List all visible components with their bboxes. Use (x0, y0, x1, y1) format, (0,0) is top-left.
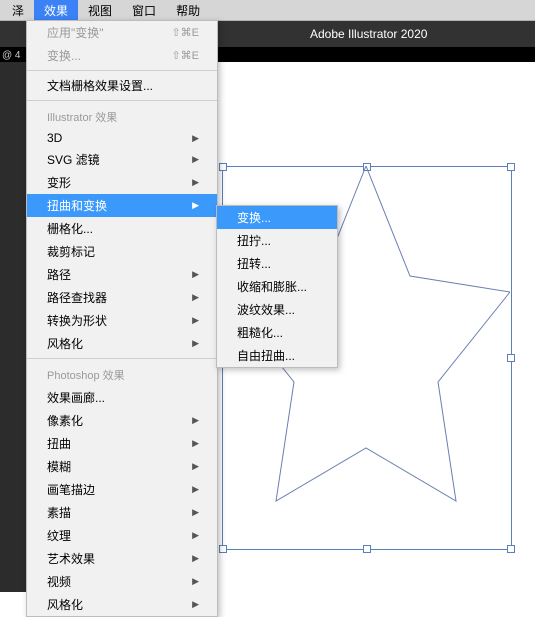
menu-item-艺术效果[interactable]: 艺术效果 ▶ (27, 547, 217, 570)
menu-item-label: 变形 (47, 174, 71, 191)
menu-reapply-shortcut: ⇧⌘E (171, 49, 199, 62)
menu-item-扭曲[interactable]: 扭曲 ▶ (27, 432, 217, 455)
menu-item-扭曲和变换[interactable]: 扭曲和变换 ▶ (27, 194, 217, 217)
menu-item-裁剪标记[interactable]: 裁剪标记 (27, 240, 217, 263)
app-title: Adobe Illustrator 2020 (310, 27, 427, 41)
submenu-item-label: 变换... (237, 209, 271, 226)
submenu-item-label: 扭转... (237, 255, 271, 272)
menu-item-画笔描边[interactable]: 画笔描边 ▶ (27, 478, 217, 501)
menu-item-label: 模糊 (47, 458, 71, 475)
distort-transform-submenu: 变换... 扭拧... 扭转... 收缩和膨胀... 波纹效果... 粗糙化... 自由扭曲… (216, 205, 338, 368)
section-photoshop: Photoshop 效果 (27, 362, 217, 386)
menu-item-label: 路径查找器 (47, 289, 107, 306)
submenu-item-扭拧...[interactable]: 扭拧... (217, 229, 337, 252)
submenu-arrow-icon: ▶ (192, 315, 199, 326)
submenu-arrow-icon: ▶ (192, 461, 199, 472)
menu-item-label: 扭曲和变换 (47, 197, 107, 214)
menu-item-转换为形状[interactable]: 转换为形状 ▶ (27, 309, 217, 332)
submenu-item-label: 粗糙化... (237, 324, 283, 341)
effects-menu: 应用"变换" ⇧⌘E 变换... ⇧⌘E 文档栅格效果设置... Illustr… (26, 20, 218, 617)
menu-reapply-label: 变换... (47, 47, 81, 64)
menu-select[interactable]: 泽 (2, 0, 34, 21)
photoshop-effects-group: 效果画廊... 像素化 ▶ 扭曲 ▶ 模糊 ▶ 画笔描边 ▶ 素描 ▶ 纹理 ▶ 艺术效果 ▶ 视频 ▶ 风格化 ▶ (27, 386, 217, 616)
submenu-item-波纹效果...[interactable]: 波纹效果... (217, 298, 337, 321)
submenu-arrow-icon: ▶ (192, 484, 199, 495)
menu-apply-label: 应用"变换" (47, 24, 104, 41)
submenu-item-扭转...[interactable]: 扭转... (217, 252, 337, 275)
menu-item-label: 效果画廊... (47, 389, 105, 406)
menu-item-label: 素描 (47, 504, 71, 521)
menu-item-栅格化...[interactable]: 栅格化... (27, 217, 217, 240)
menu-item-效果画廊...[interactable]: 效果画廊... (27, 386, 217, 409)
menu-item-label: 视频 (47, 573, 71, 590)
menu-help[interactable]: 帮助 (166, 0, 210, 21)
menu-item-素描[interactable]: 素描 ▶ (27, 501, 217, 524)
menu-window[interactable]: 窗口 (122, 0, 166, 21)
menu-item-label: 3D (47, 131, 62, 145)
menubar: 泽 效果 视图 窗口 帮助 (0, 0, 535, 21)
submenu-arrow-icon: ▶ (192, 338, 199, 349)
menu-item-label: 路径 (47, 266, 71, 283)
menu-item-label: 画笔描边 (47, 481, 95, 498)
menu-item-变形[interactable]: 变形 ▶ (27, 171, 217, 194)
menu-doc-raster-label: 文档栅格效果设置... (47, 77, 153, 94)
menu-item-纹理[interactable]: 纹理 ▶ (27, 524, 217, 547)
submenu-item-自由扭曲...[interactable]: 自由扭曲... (217, 344, 337, 367)
submenu-item-粗糙化...[interactable]: 粗糙化... (217, 321, 337, 344)
menu-item-SVG 滤镜[interactable]: SVG 滤镜 ▶ (27, 148, 217, 171)
menu-item-路径[interactable]: 路径 ▶ (27, 263, 217, 286)
submenu-arrow-icon: ▶ (192, 553, 199, 564)
section-illustrator: Illustrator 效果 (27, 104, 217, 128)
menu-effects[interactable]: 效果 (34, 0, 78, 21)
submenu-arrow-icon: ▶ (192, 438, 199, 449)
submenu-item-收缩和膨胀...[interactable]: 收缩和膨胀... (217, 275, 337, 298)
menu-reapply: 变换... ⇧⌘E (27, 44, 217, 67)
menu-item-label: 栅格化... (47, 220, 93, 237)
menu-item-风格化[interactable]: 风格化 ▶ (27, 332, 217, 355)
menu-view[interactable]: 视图 (78, 0, 122, 21)
zoom-label: @ 4 (2, 50, 21, 61)
menu-item-label: 扭曲 (47, 435, 71, 452)
separator (27, 70, 217, 71)
menu-item-label: 艺术效果 (47, 550, 95, 567)
menu-item-label: 风格化 (47, 596, 83, 613)
separator (27, 100, 217, 101)
submenu-arrow-icon: ▶ (192, 200, 199, 211)
menu-item-3D[interactable]: 3D ▶ (27, 128, 217, 148)
menu-item-label: 转换为形状 (47, 312, 107, 329)
submenu-arrow-icon: ▶ (192, 133, 199, 144)
submenu-item-label: 扭拧... (237, 232, 271, 249)
submenu-arrow-icon: ▶ (192, 292, 199, 303)
submenu-arrow-icon: ▶ (192, 599, 199, 610)
submenu-arrow-icon: ▶ (192, 177, 199, 188)
menu-item-像素化[interactable]: 像素化 ▶ (27, 409, 217, 432)
menu-apply-last: 应用"变换" ⇧⌘E (27, 21, 217, 44)
menu-item-模糊[interactable]: 模糊 ▶ (27, 455, 217, 478)
menu-apply-shortcut: ⇧⌘E (171, 26, 199, 39)
submenu-item-label: 波纹效果... (237, 301, 295, 318)
menu-item-风格化[interactable]: 风格化 ▶ (27, 593, 217, 616)
menu-doc-raster[interactable]: 文档栅格效果设置... (27, 74, 217, 97)
menu-item-label: SVG 滤镜 (47, 151, 100, 168)
submenu-item-label: 自由扭曲... (237, 347, 295, 364)
separator (27, 358, 217, 359)
submenu-arrow-icon: ▶ (192, 507, 199, 518)
illustrator-effects-group: 3D▶SVG 滤镜▶变形▶扭曲和变换▶栅格化...裁剪标记路径▶路径查找器▶转换… (27, 128, 217, 355)
submenu-item-变换...[interactable]: 变换... (217, 206, 337, 229)
submenu-arrow-icon: ▶ (192, 269, 199, 280)
menu-item-label: 裁剪标记 (47, 243, 95, 260)
menu-item-label: 像素化 (47, 412, 83, 429)
menu-item-label: 风格化 (47, 335, 83, 352)
submenu-arrow-icon: ▶ (192, 154, 199, 165)
menu-item-label: 纹理 (47, 527, 71, 544)
menu-item-视频[interactable]: 视频 ▶ (27, 570, 217, 593)
submenu-item-label: 收缩和膨胀... (237, 278, 307, 295)
menu-item-路径查找器[interactable]: 路径查找器 ▶ (27, 286, 217, 309)
submenu-arrow-icon: ▶ (192, 576, 199, 587)
submenu-arrow-icon: ▶ (192, 530, 199, 541)
submenu-arrow-icon: ▶ (192, 415, 199, 426)
